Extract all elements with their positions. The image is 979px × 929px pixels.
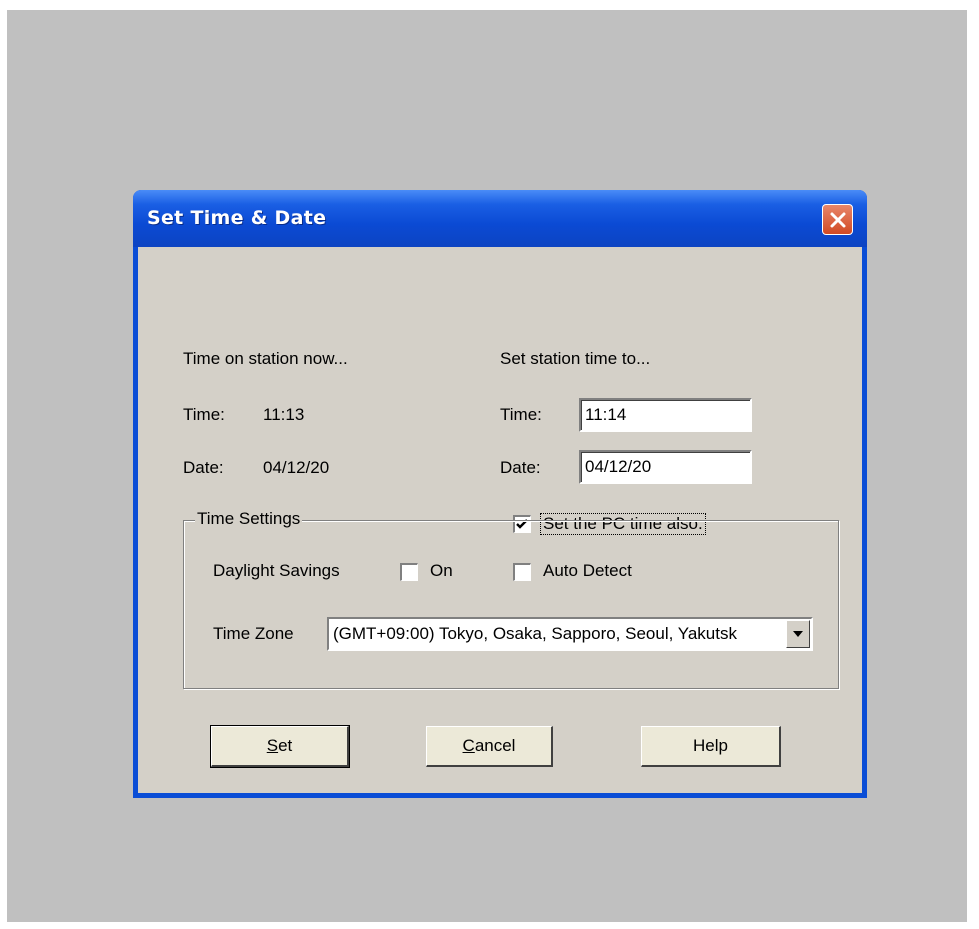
current-date-label: Date: xyxy=(183,458,224,477)
time-settings-legend: Time Settings xyxy=(195,509,303,529)
cancel-button-mnemonic: C xyxy=(462,736,475,755)
current-time-heading: Time on station now... xyxy=(183,349,348,368)
chevron-down-icon xyxy=(793,631,803,637)
daylight-on-label[interactable]: On xyxy=(430,561,453,581)
set-button-mnemonic: S xyxy=(266,736,279,755)
close-icon xyxy=(830,212,845,227)
time-zone-dropdown-button[interactable] xyxy=(786,620,810,648)
dialog-titlebar[interactable]: Set Time & Date xyxy=(133,190,867,247)
time-zone-label: Time Zone xyxy=(213,624,294,643)
auto-detect-label[interactable]: Auto Detect xyxy=(543,561,632,581)
set-time-heading: Set station time to... xyxy=(500,349,651,368)
set-button-label: et xyxy=(278,736,293,755)
daylight-savings-label: Daylight Savings xyxy=(213,561,340,580)
cancel-button[interactable]: Cancel xyxy=(426,726,553,767)
time-zone-select[interactable]: (GMT+09:00) Tokyo, Osaka, Sapporo, Seoul… xyxy=(327,617,813,651)
set-date-input[interactable]: 04/12/20 xyxy=(579,450,752,484)
help-button-label: Help xyxy=(693,736,728,755)
set-button[interactable]: Set xyxy=(210,725,350,768)
auto-detect-checkbox[interactable] xyxy=(513,563,531,581)
set-time-input[interactable]: 11:14 xyxy=(579,398,752,432)
cancel-button-label: ancel xyxy=(474,736,516,755)
close-button[interactable] xyxy=(822,204,853,235)
current-date-value: 04/12/20 xyxy=(263,458,330,477)
current-time-value: 11:13 xyxy=(263,405,305,424)
set-date-label: Date: xyxy=(500,458,541,477)
help-button[interactable]: Help xyxy=(641,726,781,767)
set-time-date-dialog: Set Time & Date Time on station now... T… xyxy=(133,190,867,798)
time-zone-value: (GMT+09:00) Tokyo, Osaka, Sapporo, Seoul… xyxy=(333,624,737,643)
current-time-label: Time: xyxy=(183,405,225,424)
time-settings-group xyxy=(183,520,839,689)
set-time-label: Time: xyxy=(500,405,542,424)
dialog-body: Time on station now... Time: 11:13 Date:… xyxy=(138,247,862,793)
daylight-on-checkbox[interactable] xyxy=(400,563,418,581)
dialog-title: Set Time & Date xyxy=(147,207,327,229)
